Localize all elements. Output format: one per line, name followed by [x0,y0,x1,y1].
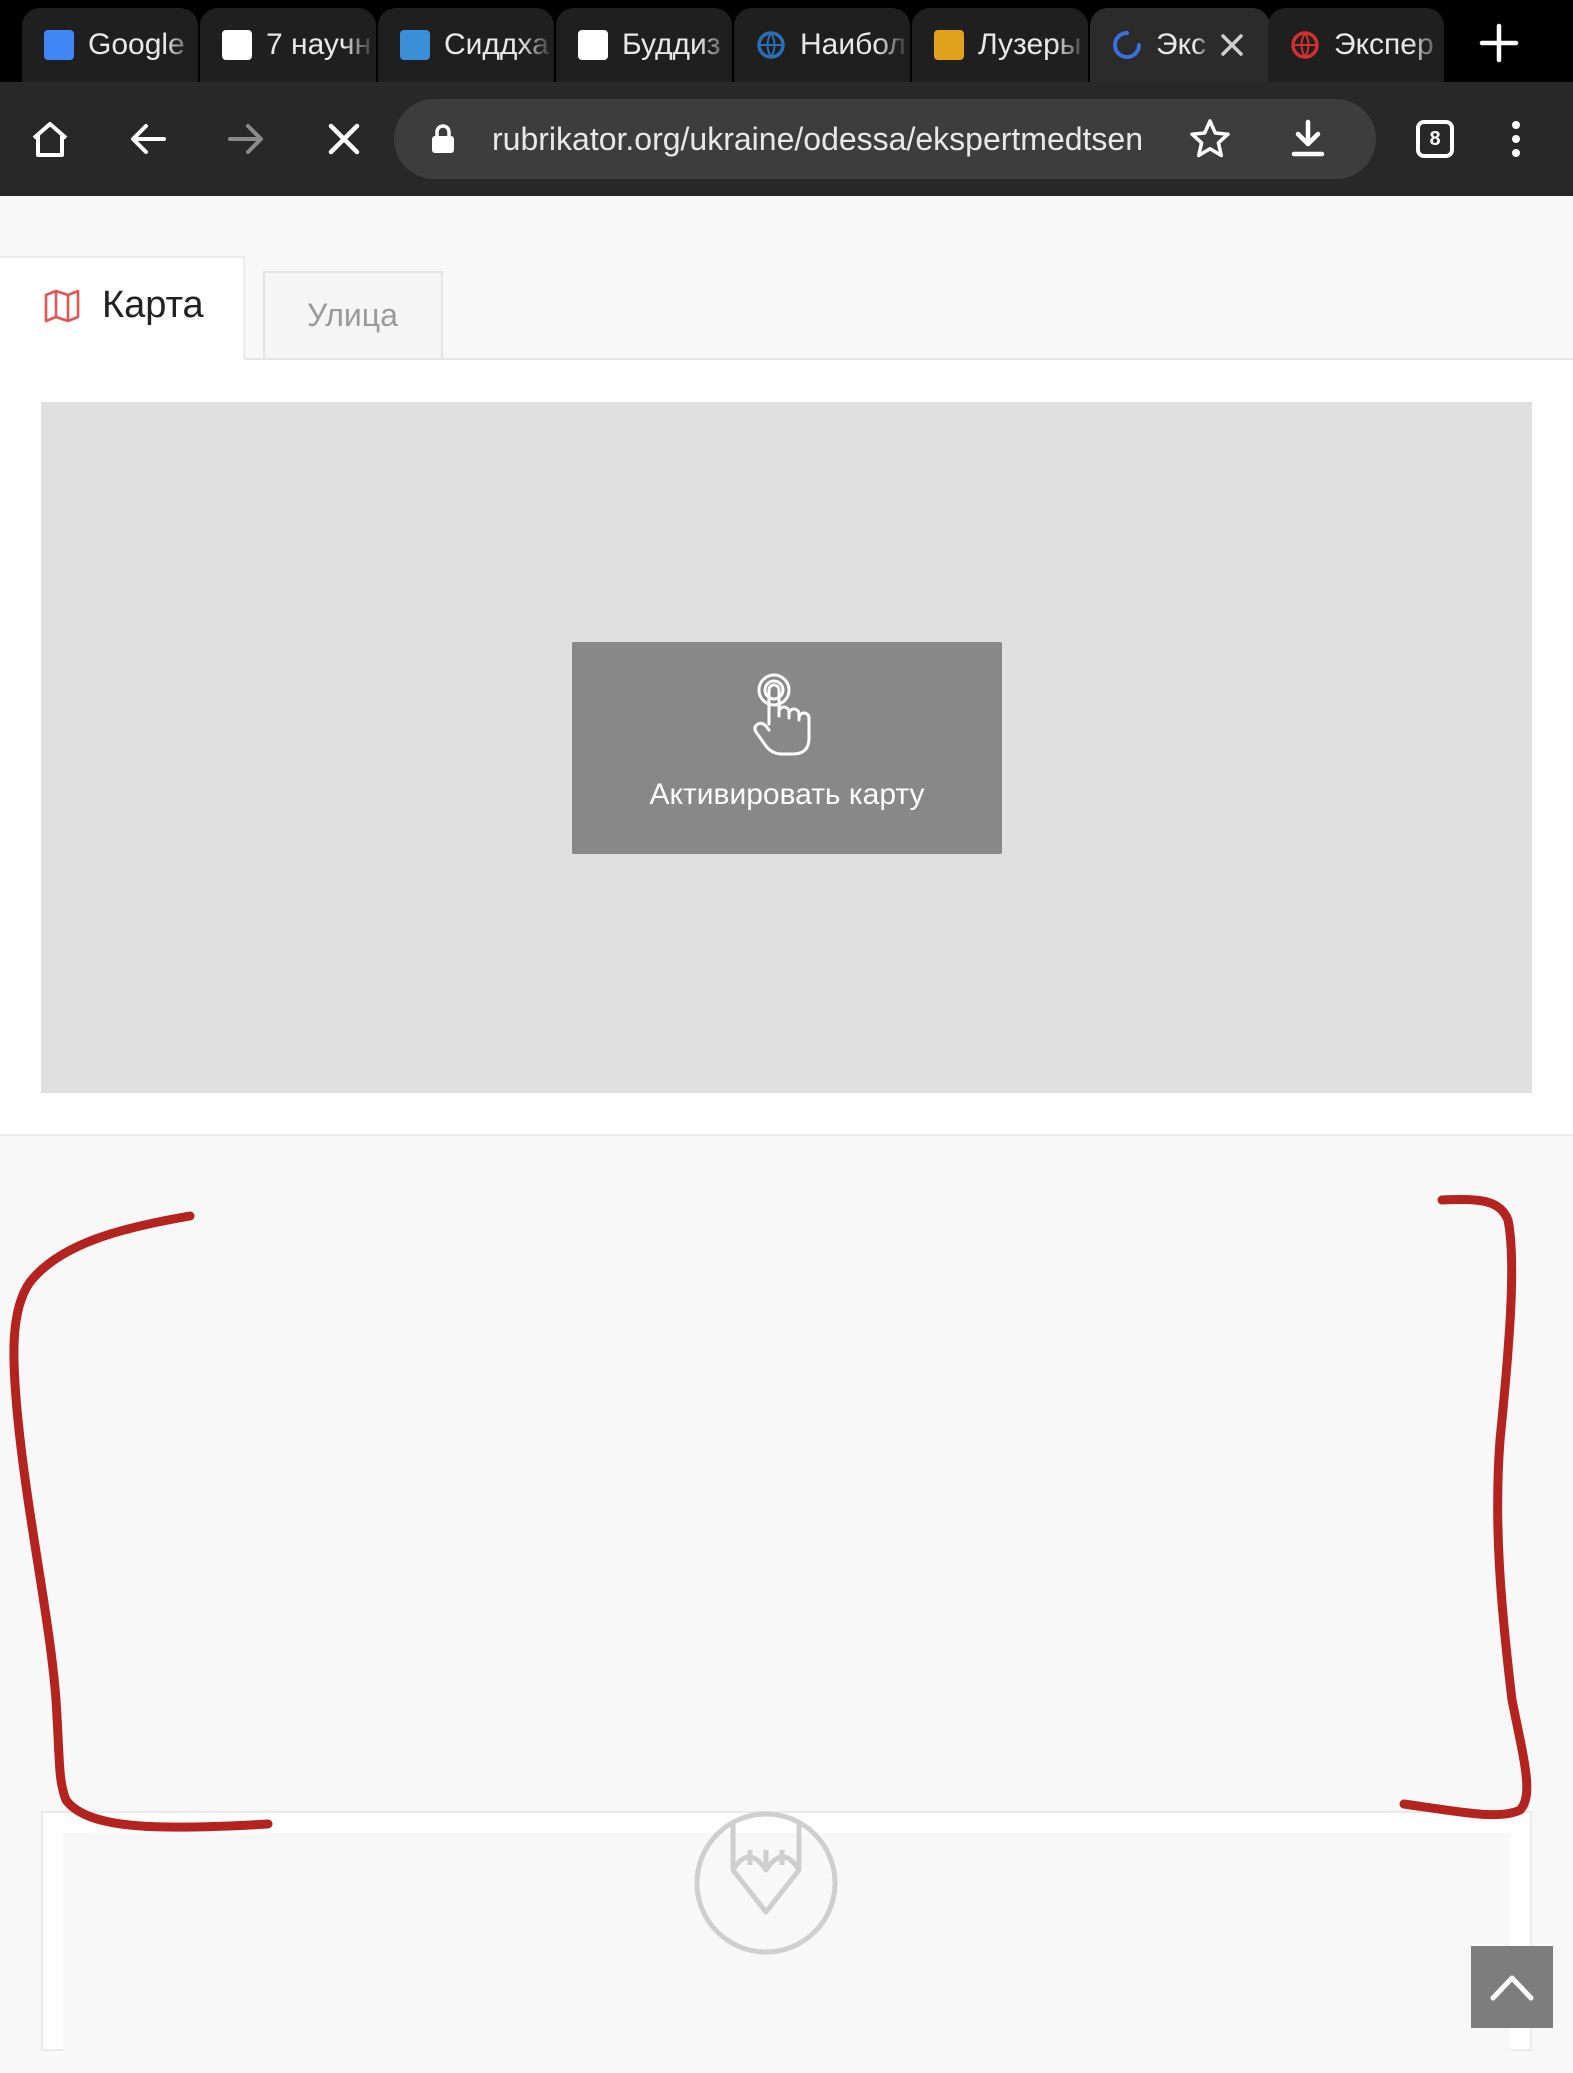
colorful-square-icon [934,30,964,60]
red-globe-icon [1290,30,1320,60]
map-icon [44,289,80,323]
browser-tab-title: Лузеры [978,28,1082,61]
forward-arrow-icon[interactable] [224,117,268,161]
browser-tab[interactable]: Google [22,8,198,82]
bookmark-star-icon[interactable] [1188,117,1232,161]
browser-tab-title: Экспер [1334,28,1434,61]
globe-people-icon [756,30,786,60]
loading-spinner-icon [1112,30,1142,60]
activate-map-button[interactable]: Активировать карту [572,642,1002,854]
download-icon[interactable] [1286,117,1330,161]
browser-tab-strip: Google 7 научн Сиддха Буддиз Наибол Лузеры Экс… [0,0,1573,82]
new-tab-icon[interactable] [1476,20,1522,66]
browser-tab[interactable]: Экс [1090,8,1270,82]
ts-icon [400,30,430,60]
flipboard-icon [222,30,252,60]
browser-tab[interactable]: Экспер [1268,8,1444,82]
browser-tab-title: Сиддха [444,28,549,61]
lock-icon[interactable] [430,123,456,155]
tab-street-label: Улица [307,297,398,333]
a-icon [578,30,608,60]
google-news-icon [44,30,74,60]
chevron-up-icon [1490,1975,1534,2001]
browser-tab[interactable]: Буддиз [556,8,732,82]
tab-map-label: Карта [102,284,204,326]
browser-tab-title: Google [88,28,185,61]
home-icon[interactable] [28,117,72,161]
map-placeholder: Активировать карту [41,402,1532,1093]
more-menu-icon[interactable] [1494,117,1538,161]
address-bar[interactable]: rubrikator.org/ukraine/odessa/ekspertmed… [394,99,1376,179]
pencil-logo-icon [694,1811,838,1955]
scroll-to-top-button[interactable] [1471,1946,1553,2028]
tab-switcher-button[interactable]: 8 [1416,120,1454,158]
browser-tab-title: Буддиз [622,28,721,61]
url-text[interactable]: rubrikator.org/ukraine/odessa/ekspertmed… [492,99,1172,179]
tab-street[interactable]: Улица [263,271,443,358]
browser-tab[interactable]: Наибол [734,8,910,82]
map-panel: Активировать карту [0,360,1573,1136]
tab-map[interactable]: Карта [0,256,245,360]
activate-map-label: Активировать карту [649,778,925,811]
page-content: Карта Улица Активировать карту [0,196,1573,2073]
map-view-tabs: Карта Улица [0,196,1573,360]
back-arrow-icon[interactable] [126,117,170,161]
browser-tab-title: 7 научн [266,28,372,61]
touch-hand-icon [753,673,811,756]
close-tab-icon[interactable] [1218,31,1246,59]
browser-toolbar: rubrikator.org/ukraine/odessa/ekspertmed… [0,82,1573,196]
browser-tab-title: Экс [1156,28,1207,61]
stop-loading-icon[interactable] [322,117,366,161]
browser-tab[interactable]: Лузеры [912,8,1088,82]
browser-tab-title: Наибол [800,28,906,61]
browser-tab[interactable]: 7 научн [200,8,376,82]
browser-tab[interactable]: Сиддха [378,8,554,82]
